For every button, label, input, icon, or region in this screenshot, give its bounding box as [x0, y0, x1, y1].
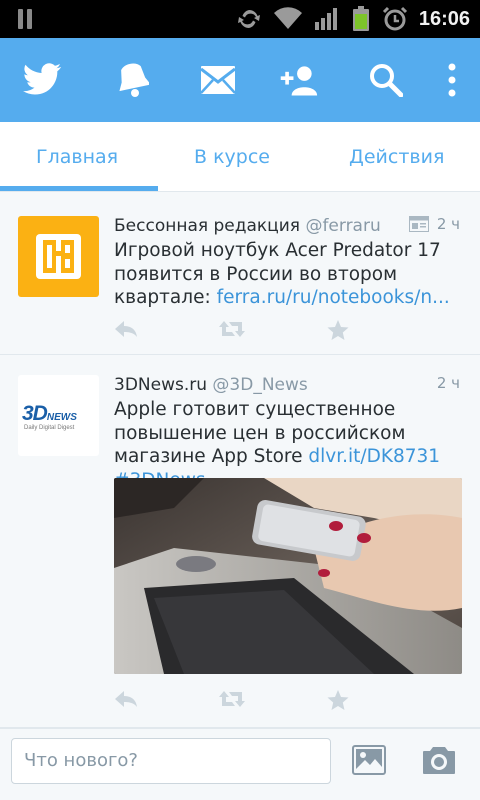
tweet-handle[interactable]: @3D_News	[212, 375, 307, 395]
tab-bar: Главная В курсе Действия	[0, 122, 480, 192]
logo-suffix: NEWS	[46, 412, 77, 423]
clock: 16:06	[418, 8, 470, 30]
notifications-bell-icon[interactable]	[113, 60, 153, 100]
tweet-text: Игровой ноутбук Acer Predator 17 появитс…	[114, 239, 464, 310]
tweet-actions	[114, 319, 414, 341]
tweet-author[interactable]: Бессонная редакция	[114, 216, 300, 236]
tweet-card[interactable]: Бессонная редакция @ferraru 2 ч Игровой …	[0, 192, 480, 355]
tweet-card[interactable]: 3DNEWS Daily Digital Digest 3DNews.ru @3…	[0, 356, 480, 728]
compose-tweet-input[interactable]: Что нового?	[11, 738, 331, 784]
notification-icon	[18, 9, 32, 29]
overflow-menu-icon[interactable]	[432, 60, 472, 100]
signal-icon	[315, 8, 337, 30]
3dnews-tagline: Daily Digital Digest	[24, 425, 75, 431]
tab-discover[interactable]: В курсе	[194, 146, 270, 168]
wifi-icon	[274, 7, 302, 30]
app-header	[0, 38, 480, 122]
tweet-link[interactable]: ferra.ru/ru/notebooks/n...	[217, 287, 450, 308]
tweet-meta: 2 ч	[437, 374, 460, 392]
retweet-icon[interactable]	[218, 319, 246, 339]
tweet-time: 2 ч	[436, 215, 460, 233]
compose-bar: Что нового?	[0, 728, 480, 800]
tweet-meta: 2 ч	[408, 215, 460, 233]
battery-icon	[353, 6, 369, 31]
laptop-phone-photo	[114, 478, 462, 674]
alarm-icon	[382, 6, 408, 31]
add-user-icon[interactable]	[278, 60, 318, 100]
retweet-icon[interactable]	[218, 689, 246, 709]
timeline[interactable]: Бессонная редакция @ferraru 2 ч Игровой …	[0, 192, 480, 728]
tweet-author[interactable]: 3DNews.ru	[114, 375, 207, 395]
twitter-bird-icon[interactable]	[22, 60, 62, 100]
logo-primary: 3D	[22, 402, 48, 425]
tweet-actions	[114, 689, 414, 711]
favorite-star-icon[interactable]	[327, 689, 349, 711]
tab-activity[interactable]: Действия	[349, 146, 444, 168]
ferra-logo-icon	[36, 234, 81, 279]
camera-icon[interactable]	[422, 745, 456, 775]
tweet-time: 2 ч	[436, 374, 460, 392]
active-tab-indicator	[0, 186, 158, 191]
tweet-handle[interactable]: @ferraru	[305, 216, 380, 236]
avatar[interactable]: 3DNEWS Daily Digital Digest	[18, 375, 99, 456]
tab-home[interactable]: Главная	[36, 146, 118, 168]
favorite-star-icon[interactable]	[327, 319, 349, 341]
tweet-link[interactable]: dlvr.it/DK8731	[308, 446, 440, 467]
status-bar: 16:06	[0, 0, 480, 38]
reply-icon[interactable]	[114, 689, 138, 709]
summary-card-icon	[408, 216, 429, 232]
sync-icon	[238, 9, 260, 29]
3dnews-logo: 3DNEWS	[22, 402, 77, 426]
messages-envelope-icon[interactable]	[198, 60, 238, 100]
reply-icon[interactable]	[114, 319, 138, 339]
search-icon[interactable]	[366, 60, 406, 100]
image-icon[interactable]	[352, 745, 386, 775]
avatar[interactable]	[18, 216, 99, 297]
tweet-media-photo[interactable]	[114, 478, 462, 674]
tweet-header: 3DNews.ru @3D_News	[114, 374, 464, 396]
